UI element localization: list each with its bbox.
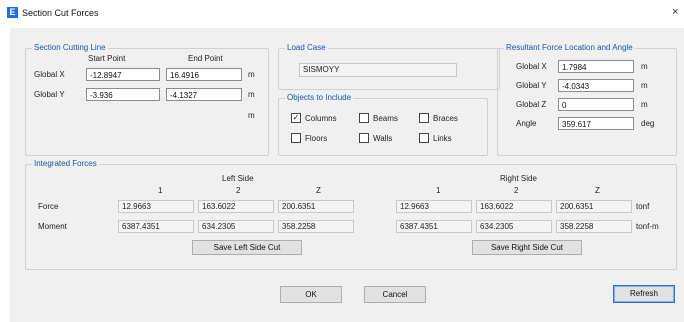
resultant-y-unit: m xyxy=(641,81,648,90)
moment-right-z: 358.2258 xyxy=(556,220,632,233)
title-bar: E Section Cut Forces × xyxy=(0,0,684,26)
resultant-force-group: Resultant Force Location and Angle Globa… xyxy=(497,43,677,156)
section-cutting-line-legend: Section Cutting Line xyxy=(32,43,108,52)
start-y-field[interactable]: -3.936 xyxy=(86,88,160,101)
moment-left-1: 6387.4351 xyxy=(118,220,194,233)
beams-label: Beams xyxy=(373,114,398,123)
force-left-2: 163.6022 xyxy=(198,200,274,213)
refresh-button[interactable]: Refresh xyxy=(613,285,675,303)
dialog-client-area: Section Cutting Line Start Point End Poi… xyxy=(10,28,684,322)
resultant-z-unit: m xyxy=(641,100,648,109)
right-col-z-header: Z xyxy=(595,186,600,195)
cancel-button[interactable]: Cancel xyxy=(364,286,426,303)
left-col-z-header: Z xyxy=(316,186,321,195)
force-unit: tonf xyxy=(636,202,650,211)
objects-to-include-group: Objects to Include ✓ Columns Beams Brace… xyxy=(278,93,488,156)
moment-left-2: 634.2305 xyxy=(198,220,274,233)
walls-checkbox[interactable] xyxy=(359,133,369,143)
moment-left-z: 358.2258 xyxy=(278,220,354,233)
resultant-x-unit: m xyxy=(641,62,648,71)
force-right-2: 163.6022 xyxy=(476,200,552,213)
force-right-1: 12.9663 xyxy=(396,200,472,213)
angle-unit: deg xyxy=(641,119,655,128)
force-row-label: Force xyxy=(38,202,59,211)
resultant-x-label: Global X xyxy=(516,62,547,71)
force-left-z: 200.6351 xyxy=(278,200,354,213)
save-left-side-cut-button[interactable]: Save Left Side Cut xyxy=(192,240,302,255)
load-case-group: Load Case SISMOYY xyxy=(278,43,500,90)
window-title: Section Cut Forces xyxy=(22,8,99,18)
columns-label: Columns xyxy=(305,114,337,123)
floors-label: Floors xyxy=(305,134,328,143)
global-x-label: Global X xyxy=(34,70,65,79)
resultant-x-field[interactable]: 1.7984 xyxy=(558,60,634,73)
moment-right-1: 6387.4351 xyxy=(396,220,472,233)
right-side-title: Right Side xyxy=(500,174,537,183)
unit-y: m xyxy=(248,90,255,99)
right-col-1-header: 1 xyxy=(436,186,441,195)
force-left-1: 12.9663 xyxy=(118,200,194,213)
end-point-header: End Point xyxy=(188,54,223,63)
section-cutting-line-group: Section Cutting Line Start Point End Poi… xyxy=(25,43,269,156)
unit-extra: m xyxy=(248,111,255,120)
braces-checkbox[interactable] xyxy=(419,113,429,123)
left-col-2-header: 2 xyxy=(236,186,241,195)
objects-to-include-legend: Objects to Include xyxy=(285,93,354,102)
integrated-forces-group: Integrated Forces Left Side Right Side 1… xyxy=(25,159,677,270)
resultant-force-legend: Resultant Force Location and Angle xyxy=(504,43,635,52)
save-right-side-cut-button[interactable]: Save Right Side Cut xyxy=(472,240,582,255)
angle-field[interactable]: 359.617 xyxy=(558,117,634,130)
start-point-header: Start Point xyxy=(88,54,126,63)
load-case-field[interactable]: SISMOYY xyxy=(299,63,457,77)
resultant-y-label: Global Y xyxy=(516,81,547,90)
app-icon: E xyxy=(7,7,18,18)
moment-row-label: Moment xyxy=(38,222,67,231)
right-col-2-header: 2 xyxy=(514,186,519,195)
left-side-title: Left Side xyxy=(222,174,254,183)
integrated-forces-legend: Integrated Forces xyxy=(32,159,99,168)
resultant-y-field[interactable]: -4.0343 xyxy=(558,79,634,92)
links-label: Links xyxy=(433,134,452,143)
resultant-z-label: Global Z xyxy=(516,100,547,109)
moment-unit: tonf-m xyxy=(636,222,659,231)
columns-checkbox[interactable]: ✓ xyxy=(291,113,301,123)
walls-label: Walls xyxy=(373,134,393,143)
end-x-field[interactable]: 16.4916 xyxy=(166,68,242,81)
unit-x: m xyxy=(248,70,255,79)
beams-checkbox[interactable] xyxy=(359,113,369,123)
resultant-z-field[interactable]: 0 xyxy=(558,98,634,111)
ok-button[interactable]: OK xyxy=(280,286,342,303)
braces-label: Braces xyxy=(433,114,458,123)
floors-checkbox[interactable] xyxy=(291,133,301,143)
moment-right-2: 634.2305 xyxy=(476,220,552,233)
force-right-z: 200.6351 xyxy=(556,200,632,213)
links-checkbox[interactable] xyxy=(419,133,429,143)
global-y-label: Global Y xyxy=(34,90,65,99)
end-y-field[interactable]: -4.1327 xyxy=(166,88,242,101)
close-icon[interactable]: × xyxy=(672,6,678,18)
load-case-legend: Load Case xyxy=(285,43,328,52)
left-col-1-header: 1 xyxy=(158,186,163,195)
angle-label: Angle xyxy=(516,119,537,128)
start-x-field[interactable]: -12.8947 xyxy=(86,68,160,81)
